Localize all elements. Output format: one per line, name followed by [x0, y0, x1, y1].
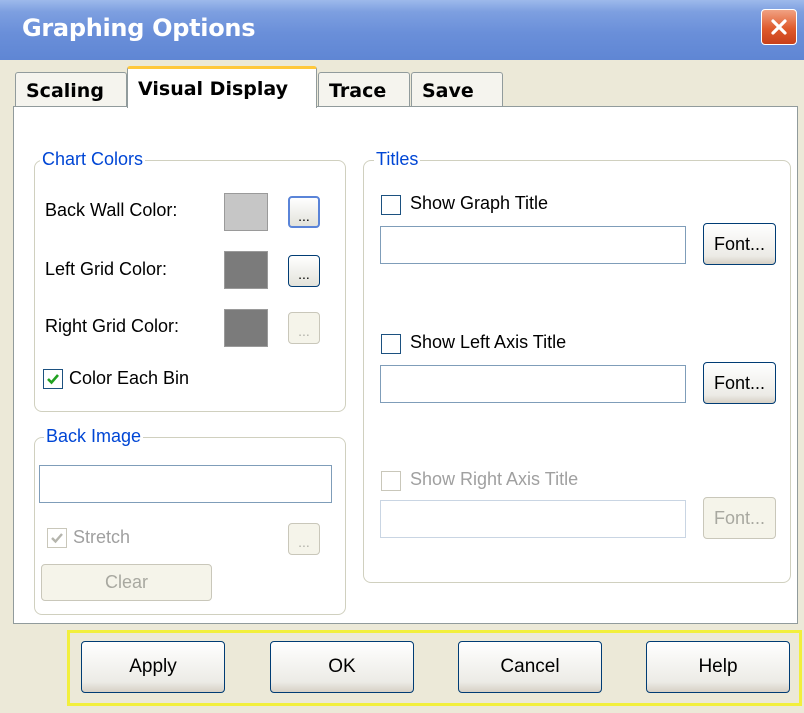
- stretch-checkbox[interactable]: [47, 528, 67, 548]
- show-graph-title-label: Show Graph Title: [410, 193, 549, 213]
- checkmark-icon: [51, 533, 63, 544]
- ok-button[interactable]: OK: [270, 641, 414, 693]
- color-each-bin-label: Color Each Bin: [69, 368, 190, 388]
- visual-display-panel: Chart Colors Back Wall Color: ... Left G…: [13, 106, 798, 624]
- left-grid-color-label: Left Grid Color:: [45, 259, 168, 279]
- clear-button[interactable]: Clear: [41, 564, 212, 601]
- back-wall-color-swatch: [224, 193, 268, 231]
- help-button[interactable]: Help: [646, 641, 790, 693]
- show-right-axis-title-checkbox[interactable]: [381, 471, 401, 491]
- graph-title-font-button[interactable]: Font...: [703, 223, 776, 265]
- title-bar[interactable]: Graphing Options: [0, 0, 804, 60]
- back-wall-color-browse-button[interactable]: ...: [288, 196, 320, 228]
- right-grid-color-browse-button[interactable]: ...: [288, 312, 320, 344]
- right-grid-color-label: Right Grid Color:: [45, 316, 180, 336]
- right-axis-title-input[interactable]: [380, 500, 686, 538]
- right-axis-title-font-button[interactable]: Font...: [703, 497, 776, 539]
- show-graph-title-checkbox[interactable]: [381, 195, 401, 215]
- titles-legend: Titles: [374, 149, 421, 170]
- apply-button[interactable]: Apply: [81, 641, 225, 693]
- left-grid-color-browse-button[interactable]: ...: [288, 255, 320, 287]
- back-image-legend: Back Image: [44, 426, 144, 447]
- close-icon: [771, 19, 787, 35]
- close-button[interactable]: [761, 9, 797, 45]
- right-grid-color-swatch: [224, 309, 268, 347]
- tab-scaling[interactable]: Scaling: [15, 72, 127, 108]
- graph-title-input[interactable]: [380, 226, 686, 264]
- tab-trace[interactable]: Trace: [318, 72, 410, 108]
- stretch-label: Stretch: [73, 527, 131, 547]
- chart-colors-legend: Chart Colors: [40, 149, 146, 170]
- dialog-title: Graphing Options: [22, 14, 256, 42]
- back-image-browse-button[interactable]: ...: [288, 523, 320, 555]
- cancel-button[interactable]: Cancel: [458, 641, 602, 693]
- show-right-axis-title-label: Show Right Axis Title: [410, 469, 579, 489]
- back-wall-color-label: Back Wall Color:: [45, 200, 178, 220]
- show-left-axis-title-label: Show Left Axis Title: [410, 332, 567, 352]
- color-each-bin-checkbox[interactable]: [43, 369, 63, 389]
- back-image-path-input[interactable]: [39, 465, 332, 503]
- checkmark-icon: [47, 374, 59, 385]
- tab-save[interactable]: Save: [411, 72, 503, 108]
- left-axis-title-font-button[interactable]: Font...: [703, 362, 776, 404]
- left-axis-title-input[interactable]: [380, 365, 686, 403]
- left-grid-color-swatch: [224, 251, 268, 289]
- tab-visual-display[interactable]: Visual Display: [127, 66, 317, 108]
- show-left-axis-title-checkbox[interactable]: [381, 334, 401, 354]
- graphing-options-dialog: Graphing Options Scaling Visual Display …: [0, 0, 804, 713]
